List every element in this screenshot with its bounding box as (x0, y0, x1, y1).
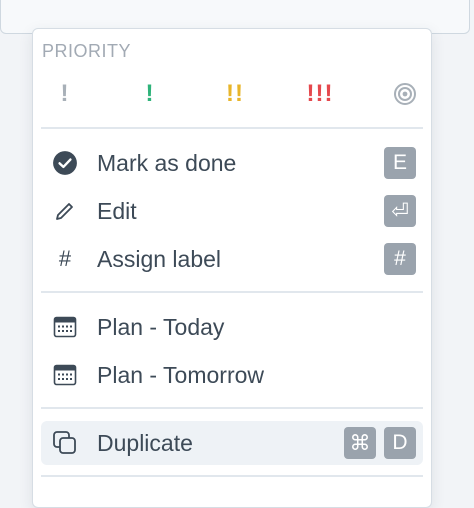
duplicate-icon (41, 430, 89, 456)
divider (41, 127, 423, 129)
shortcut-key: D (384, 427, 416, 459)
shortcut: E (384, 147, 416, 179)
priority-medium-glyph: !! (226, 80, 244, 107)
hash-icon: # (41, 246, 89, 272)
plan-tomorrow-item[interactable]: Plan - Tomorrow (41, 353, 423, 397)
shortcut: # (384, 243, 416, 275)
shortcut: ⌘ D (344, 427, 416, 459)
priority-clear-option[interactable] (385, 77, 425, 111)
target-icon (394, 83, 416, 105)
pencil-icon (41, 199, 89, 223)
priority-low-glyph: ! (145, 80, 155, 107)
priority-high-option[interactable]: !!! (300, 77, 340, 111)
assign-label-item[interactable]: # Assign label # (41, 237, 423, 281)
calendar-icon (41, 316, 89, 338)
divider (41, 407, 423, 409)
priority-section-label: PRIORITY (42, 41, 132, 61)
duplicate-label: Duplicate (97, 429, 193, 456)
shortcut-modifier-key: ⌘ (344, 427, 376, 459)
plan-today-label: Plan - Today (97, 313, 225, 340)
shortcut-key: E (384, 147, 416, 179)
assign-label-label: Assign label (97, 245, 222, 272)
edit-label: Edit (97, 197, 137, 224)
edit-item[interactable]: Edit ⏎ (41, 189, 423, 233)
shortcut: ⏎ (384, 195, 416, 227)
priority-none-option[interactable]: ! (45, 77, 85, 111)
hash-glyph: # (58, 246, 72, 271)
divider (41, 475, 423, 477)
divider (41, 291, 423, 293)
priority-high-glyph: !!! (306, 80, 334, 107)
shortcut-key: # (384, 243, 416, 275)
check-circle-icon (41, 150, 89, 176)
mark-as-done-label: Mark as done (97, 149, 237, 176)
duplicate-item[interactable]: Duplicate ⌘ D (41, 421, 423, 465)
plan-today-item[interactable]: Plan - Today (41, 305, 423, 349)
mark-as-done-item[interactable]: Mark as done E (41, 141, 423, 185)
priority-none-glyph: ! (60, 80, 70, 107)
context-menu: PRIORITY ! ! !! !!! Mark as done E Edit … (32, 28, 432, 508)
priority-low-option[interactable]: ! (130, 77, 170, 111)
priority-options: ! ! !! !!! (41, 77, 425, 111)
priority-medium-option[interactable]: !! (215, 77, 255, 111)
plan-tomorrow-label: Plan - Tomorrow (97, 361, 265, 388)
calendar-icon (41, 364, 89, 386)
shortcut-key: ⏎ (384, 195, 416, 227)
